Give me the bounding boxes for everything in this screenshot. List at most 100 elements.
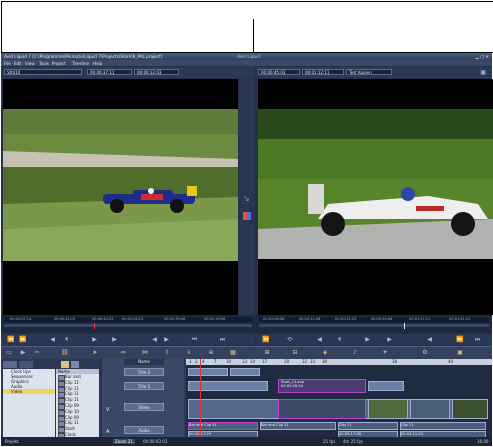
audio-clip[interactable]: Bar and Clip 11: [188, 422, 258, 430]
status-time: 16:09: [477, 438, 489, 444]
mark-in-icon[interactable]: ◀: [151, 336, 158, 343]
play-reverse-icon[interactable]: ⏴: [63, 336, 70, 343]
timeline-ruler-label: 33: [310, 359, 316, 364]
bin-view-icon[interactable]: [61, 361, 69, 368]
menu-help[interactable]: Help: [93, 61, 102, 66]
audio-clip[interactable]: Bar and Clip 11: [260, 422, 336, 430]
track-label-title-2[interactable]: Title 2: [124, 368, 164, 376]
play-reverse-icon[interactable]: ⏴: [336, 336, 343, 343]
insert-icon[interactable]: ⊞: [263, 349, 271, 357]
source-position-bar[interactable]: [4, 324, 252, 327]
arrow-icon[interactable]: ➤: [91, 349, 99, 357]
fast-forward-icon[interactable]: ⏩: [456, 336, 463, 343]
source-viewer-header: Stt410 00:00:37:11 00:00:12:03: [1, 67, 255, 78]
effects-icon[interactable]: ✦: [381, 349, 389, 357]
audio-track-toggle[interactable]: A: [106, 429, 109, 435]
menu-tools[interactable]: Tools: [39, 61, 49, 66]
render-icon[interactable]: ◈: [321, 349, 329, 357]
viewer-settings-icon[interactable]: ▣: [480, 69, 486, 76]
menu-timeline[interactable]: Timeline: [72, 61, 89, 66]
fps-indicator[interactable]: 25 fps: [323, 439, 335, 444]
video-clip[interactable]: [278, 399, 366, 419]
timeline-ruler-label: 28: [284, 359, 290, 364]
settings-icon[interactable]: ⚙: [421, 349, 429, 357]
sequence-select[interactable]: Test Kopien: [346, 69, 392, 75]
grid-icon[interactable]: ▦: [229, 349, 237, 357]
next-frame-icon[interactable]: ▶: [111, 336, 118, 343]
title-clip[interactable]: Start_13.avp 00:00:28:04: [278, 379, 366, 393]
track-headers: Name Title 2 Title 1 Video Audio Sound V…: [102, 359, 184, 446]
video-track-toggle[interactable]: V: [106, 407, 109, 413]
match-frame-arrow-icon[interactable]: ↘: [243, 194, 250, 203]
folder-icon[interactable]: ▭: [5, 349, 13, 357]
audio-clip-timecode: 00:00:17:06: [339, 432, 361, 436]
timeline-ruler-label: 2: [195, 359, 198, 364]
record-timecode-in[interactable]: 00:00:45:03: [258, 69, 300, 75]
source-playhead[interactable]: [94, 323, 95, 329]
fast-forward-icon[interactable]: ⏩: [19, 336, 26, 343]
source-scrub-bar[interactable]: 00:01:07:14 00:00:41:23 00:00:42:23 00:0…: [1, 315, 255, 333]
audio-clip[interactable]: Clip 11: [400, 422, 486, 430]
timeline-clip[interactable]: [188, 368, 228, 376]
source-clip-select[interactable]: Stt410: [4, 69, 82, 75]
go-to-out-icon[interactable]: ⏭: [219, 336, 226, 343]
video-clip[interactable]: [452, 399, 488, 419]
record-playhead[interactable]: [404, 323, 405, 329]
source-viewer[interactable]: [3, 79, 238, 315]
menu-project[interactable]: Project: [52, 61, 66, 66]
record-scrub-bar[interactable]: 00:01:06:08 00:00:12:08 00:01:21:23 00:0…: [256, 315, 492, 333]
extract-icon[interactable]: ⇩: [185, 349, 193, 357]
status-project-label: Projekt: [5, 438, 19, 444]
video-clip[interactable]: [410, 399, 450, 419]
timeline-clip[interactable]: [230, 368, 260, 376]
timeline-playhead[interactable]: [200, 359, 201, 446]
source-ruler-label: 00:00:42:23: [92, 317, 114, 321]
menu-view[interactable]: View: [25, 61, 35, 66]
track-label-title-1[interactable]: Title 1: [124, 382, 164, 390]
prev-frame-icon[interactable]: ◀: [316, 336, 323, 343]
audio-clip[interactable]: Clip 11: [338, 422, 398, 430]
overwrite-icon[interactable]: ⊟: [291, 349, 299, 357]
snap-icon[interactable]: ⊕: [207, 349, 215, 357]
trim-icon[interactable]: ⇔: [119, 349, 127, 357]
video-clip[interactable]: [368, 399, 408, 419]
source-timecode-in[interactable]: 00:00:37:11: [87, 69, 132, 75]
lift-icon[interactable]: ⇧: [163, 349, 171, 357]
record-viewer[interactable]: [257, 79, 493, 315]
go-to-in-icon[interactable]: ⏮: [191, 336, 198, 343]
prev-frame-icon[interactable]: ◀: [49, 336, 56, 343]
source-timecode-out[interactable]: 00:00:12:03: [134, 69, 179, 75]
timeline-tracks[interactable]: 1 2 4 7 10 13 14 17 28 32 33 36 38 40 St…: [186, 359, 492, 446]
timeline-clip[interactable]: [368, 381, 404, 391]
browser-tab[interactable]: [3, 361, 17, 368]
fps-indicator-2[interactable]: 4m 25 fps: [343, 439, 363, 444]
play-icon[interactable]: ▶: [19, 349, 27, 357]
menu-edit[interactable]: Edit: [14, 61, 22, 66]
split-icon[interactable]: ⋈: [141, 349, 149, 357]
link-icon[interactable]: ⛓: [61, 349, 69, 357]
window-controls-icon[interactable]: ▁ ▢ ✕: [476, 54, 489, 59]
browser-tab[interactable]: [19, 361, 33, 368]
rewind-icon[interactable]: ⏪: [262, 336, 269, 343]
record-ruler-label: 00:01:06:08: [263, 317, 285, 321]
track-label-audio[interactable]: Audio: [124, 426, 164, 434]
play-icon[interactable]: ▶: [364, 336, 371, 343]
record-timecode-out[interactable]: 00:01:12:11: [302, 69, 344, 75]
scissors-icon[interactable]: ✂: [33, 349, 41, 357]
zoom-level[interactable]: Zoom 21: [113, 438, 135, 444]
menu-file[interactable]: File: [4, 61, 11, 66]
mark-out-icon[interactable]: ▶: [163, 336, 170, 343]
rewind-icon[interactable]: ⏪: [7, 336, 14, 343]
record-position-bar[interactable]: [259, 324, 489, 327]
monitor-icon[interactable]: ▣: [456, 349, 464, 357]
mark-in-icon[interactable]: ◀: [426, 336, 433, 343]
color-swatch-icon[interactable]: [243, 212, 251, 220]
tree-item[interactable]: Video: [3, 389, 55, 394]
go-to-out-icon[interactable]: ⏭: [474, 336, 481, 343]
audio-icon[interactable]: ♪: [351, 349, 359, 357]
next-frame-icon[interactable]: ▶: [386, 336, 393, 343]
play-icon[interactable]: ▶: [91, 336, 98, 343]
list-view-icon[interactable]: [71, 361, 79, 368]
loop-icon[interactable]: ⟲: [286, 336, 293, 343]
track-label-video[interactable]: Video: [124, 403, 164, 411]
